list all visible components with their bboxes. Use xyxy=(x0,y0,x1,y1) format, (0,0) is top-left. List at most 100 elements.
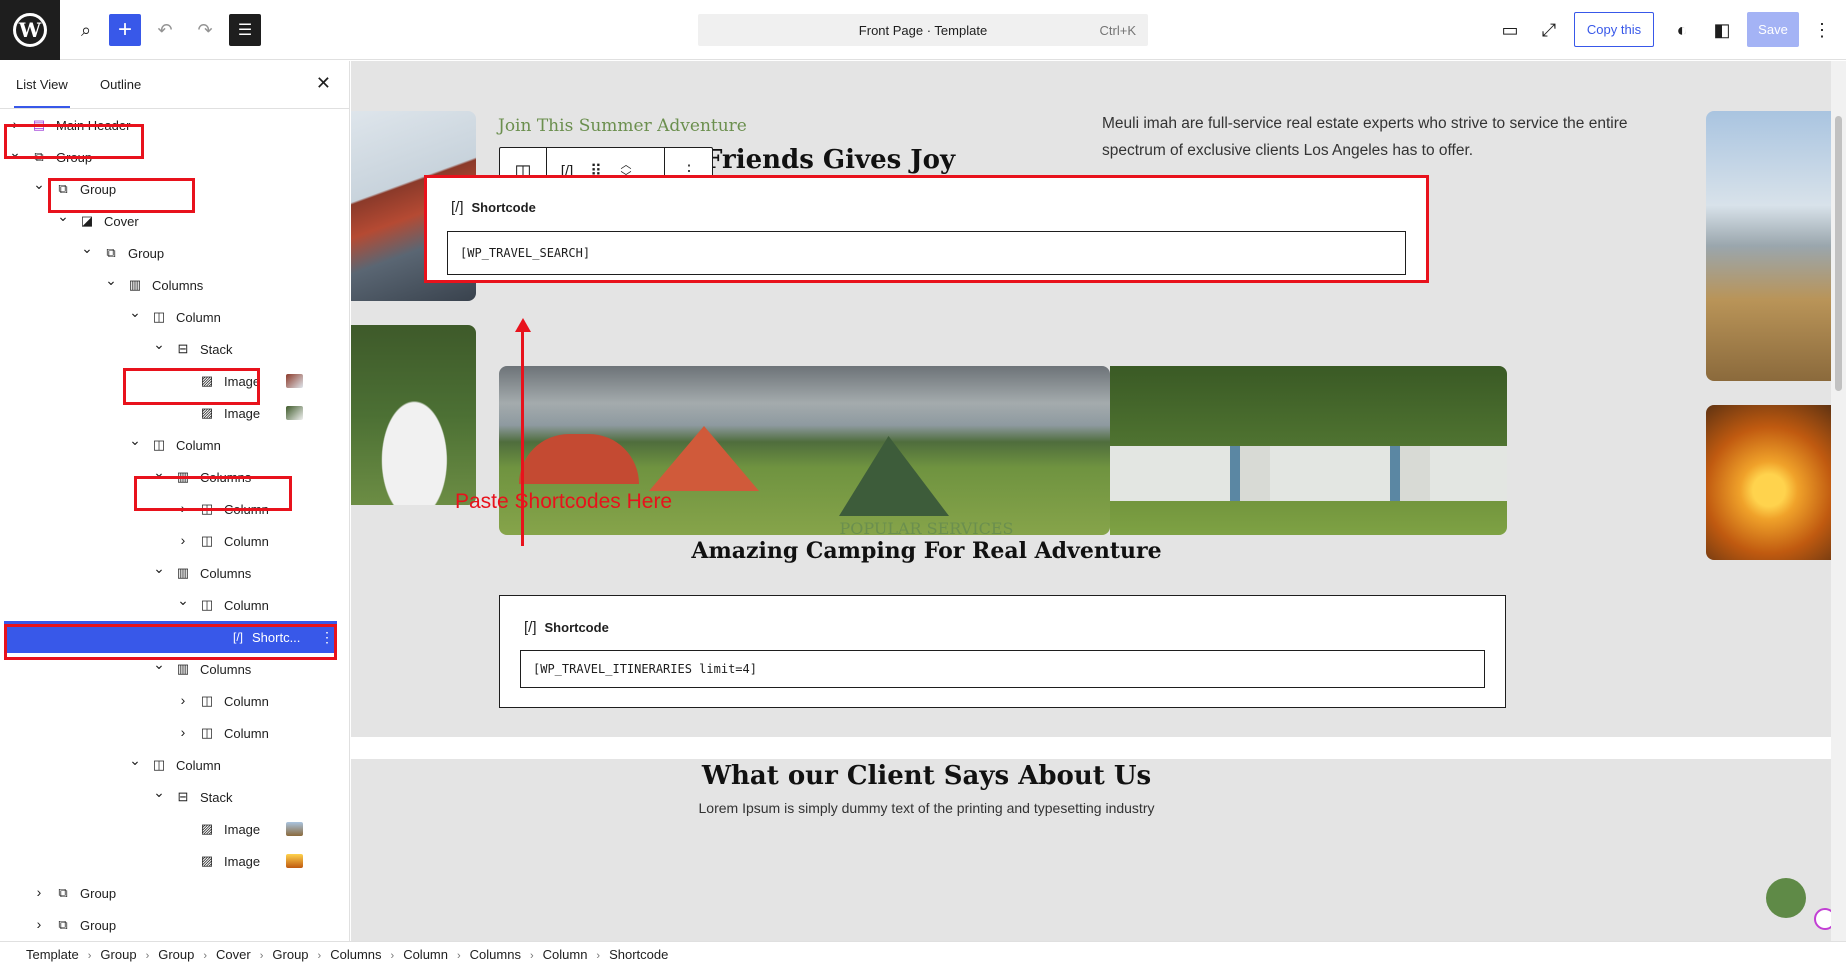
shortcode-block-search[interactable]: [/] Shortcode [WP_TRAVEL_SEARCH] xyxy=(424,175,1429,283)
list-view-row-image[interactable]: ▨ Image xyxy=(0,813,349,845)
intro-paragraph: Meuli imah are full-service real estate … xyxy=(1102,115,1628,159)
editor-canvas[interactable]: Join This Summer Adventure h Friends Giv… xyxy=(351,61,1831,941)
highlight-box xyxy=(4,124,144,159)
breadcrumb-item[interactable]: Template xyxy=(26,947,79,962)
list-view-label: Stack xyxy=(200,790,233,805)
list-view-row-column[interactable]: › ◫ Column xyxy=(0,525,349,557)
list-view-row-group[interactable]: ⌄ ⧉ Group xyxy=(0,237,349,269)
list-view-row-stack[interactable]: ⌄ ⊟ Stack xyxy=(0,333,349,365)
column-icon: ◫ xyxy=(200,693,214,708)
column-icon: ◫ xyxy=(152,437,166,452)
document-overview-button[interactable]: ☰ xyxy=(229,14,261,46)
redo-icon[interactable]: ↷ xyxy=(189,14,221,46)
highlight-box xyxy=(4,624,337,660)
shortcode-input[interactable]: [WP_TRAVEL_SEARCH] xyxy=(447,231,1406,275)
column-icon: ◫ xyxy=(200,725,214,740)
shortcode-icon: [/] xyxy=(524,619,537,636)
breadcrumb-item[interactable]: Shortcode xyxy=(609,947,668,962)
wordpress-logo-icon[interactable]: W xyxy=(0,0,60,60)
list-view-row-columns[interactable]: ⌄ ▥ Columns xyxy=(0,557,349,589)
command-palette-button[interactable]: Front Page · Template Ctrl+K xyxy=(698,14,1148,46)
chevron-down-icon[interactable]: ⌄ xyxy=(128,304,142,321)
canvas-scrollbar[interactable] xyxy=(1831,61,1846,941)
chevron-down-icon[interactable]: ⌄ xyxy=(128,432,142,449)
breadcrumb-item[interactable]: Cover xyxy=(216,947,251,962)
list-view-row-column[interactable]: › ◫ Column xyxy=(0,717,349,749)
styles-contrast-icon[interactable]: ◐ xyxy=(1666,14,1698,46)
shortcode-block-header: [/] Shortcode xyxy=(451,199,536,216)
breadcrumb-item[interactable]: Column xyxy=(403,947,448,962)
list-view-row-image[interactable]: ▨ Image xyxy=(0,845,349,877)
column-icon: ◫ xyxy=(152,757,166,772)
column-icon: ◫ xyxy=(152,309,166,324)
teepee-photo[interactable] xyxy=(351,325,476,505)
breadcrumb-item[interactable]: Group xyxy=(272,947,308,962)
breadcrumb-item[interactable]: Columns xyxy=(470,947,521,962)
breadcrumb-item[interactable]: Group xyxy=(100,947,136,962)
template-title: Front Page · Template xyxy=(858,23,988,38)
caravan-camp-photo[interactable] xyxy=(1110,366,1507,535)
chevron-down-icon[interactable]: ⌄ xyxy=(32,176,46,193)
section-eyebrow: Join This Summer Adventure xyxy=(498,116,747,136)
image-thumbnail xyxy=(286,854,303,868)
annotation-arrowhead xyxy=(515,318,531,332)
sunset-tent-photo[interactable] xyxy=(1706,405,1831,560)
list-view-label: Group xyxy=(80,918,117,933)
desktop-preview-icon[interactable]: ▭ xyxy=(1494,14,1526,46)
list-view-row-column[interactable]: ⌄ ◫ Column xyxy=(0,589,349,621)
section-divider xyxy=(351,737,1831,759)
breadcrumb-item[interactable]: Group xyxy=(158,947,194,962)
list-view-label: Column xyxy=(176,310,221,325)
chevron-down-icon[interactable]: ⌄ xyxy=(176,592,190,609)
list-view-row-column[interactable]: ⌄ ◫ Column xyxy=(0,301,349,333)
chevron-right-icon[interactable]: › xyxy=(32,884,46,900)
chevron-right-icon[interactable]: › xyxy=(176,724,190,740)
chevron-down-icon[interactable]: ⌄ xyxy=(80,240,94,257)
chevron-right-icon[interactable]: › xyxy=(176,692,190,708)
add-block-button[interactable]: + xyxy=(109,14,141,46)
scrollbar-thumb[interactable] xyxy=(1835,116,1842,391)
search-icon[interactable]: ⌕ xyxy=(70,14,102,46)
chat-bubble-button[interactable] xyxy=(1766,878,1806,918)
chevron-down-icon[interactable]: ⌄ xyxy=(152,336,166,353)
chevron-down-icon[interactable]: ⌄ xyxy=(104,272,118,289)
testimonials-subtext: Lorem Ipsum is simply dummy text of the … xyxy=(698,800,1155,816)
section-heading: Friends Gives Joy xyxy=(704,145,956,175)
list-view-row-columns[interactable]: ⌄ ▥ Columns xyxy=(0,269,349,301)
chevron-down-icon[interactable]: ⌄ xyxy=(152,560,166,577)
chevron-down-icon[interactable]: ⌄ xyxy=(128,752,142,769)
options-menu-icon[interactable]: ⋮ xyxy=(1806,14,1838,46)
breadcrumb-separator-icon: › xyxy=(456,950,461,962)
list-view-row-group[interactable]: › ⧉ Group xyxy=(0,909,349,941)
list-view-label: Group xyxy=(128,246,165,261)
breadcrumb-item[interactable]: Columns xyxy=(330,947,381,962)
undo-icon[interactable]: ↶ xyxy=(149,14,181,46)
list-view-row-column[interactable]: ⌄ ◫ Column xyxy=(0,429,349,461)
group-icon: ⧉ xyxy=(106,245,116,260)
copy-this-button[interactable]: Copy this xyxy=(1574,12,1654,47)
list-view-row-stack[interactable]: ⌄ ⊟ Stack xyxy=(0,781,349,813)
mountain-tent-photo[interactable] xyxy=(1706,111,1831,381)
list-view-label: Column xyxy=(224,726,269,741)
shortcode-block-itineraries[interactable]: [/] Shortcode [WP_TRAVEL_ITINERARIES limi… xyxy=(499,595,1506,708)
chevron-right-icon[interactable]: › xyxy=(32,916,46,932)
shortcode-input[interactable]: [WP_TRAVEL_ITINERARIES limit=4] xyxy=(520,650,1485,688)
save-button[interactable]: Save xyxy=(1747,12,1799,47)
settings-sidebar-icon[interactable]: ◧ xyxy=(1706,14,1738,46)
breadcrumb-item[interactable]: Column xyxy=(543,947,588,962)
list-view-row-column[interactable]: ⌄ ◫ Column xyxy=(0,749,349,781)
tab-outline[interactable]: Outline xyxy=(100,77,141,92)
list-view-row-column[interactable]: › ◫ Column xyxy=(0,685,349,717)
highlight-box xyxy=(134,476,292,511)
list-view-row-group[interactable]: › ⧉ Group xyxy=(0,877,349,909)
group-icon: ⧉ xyxy=(58,917,68,932)
chevron-right-icon[interactable]: › xyxy=(176,532,190,548)
tab-list-view[interactable]: List View xyxy=(14,77,70,108)
chevron-down-icon[interactable]: ⌄ xyxy=(152,784,166,801)
shortcode-block-header: [/] Shortcode xyxy=(524,619,609,636)
fullscreen-icon[interactable]: ⤢ xyxy=(1533,14,1565,46)
assistant-icon[interactable] xyxy=(1814,908,1831,930)
close-icon[interactable]: ✕ xyxy=(316,73,331,94)
group-icon: ⧉ xyxy=(58,885,68,900)
shortcut-hint: Ctrl+K xyxy=(1099,23,1136,38)
